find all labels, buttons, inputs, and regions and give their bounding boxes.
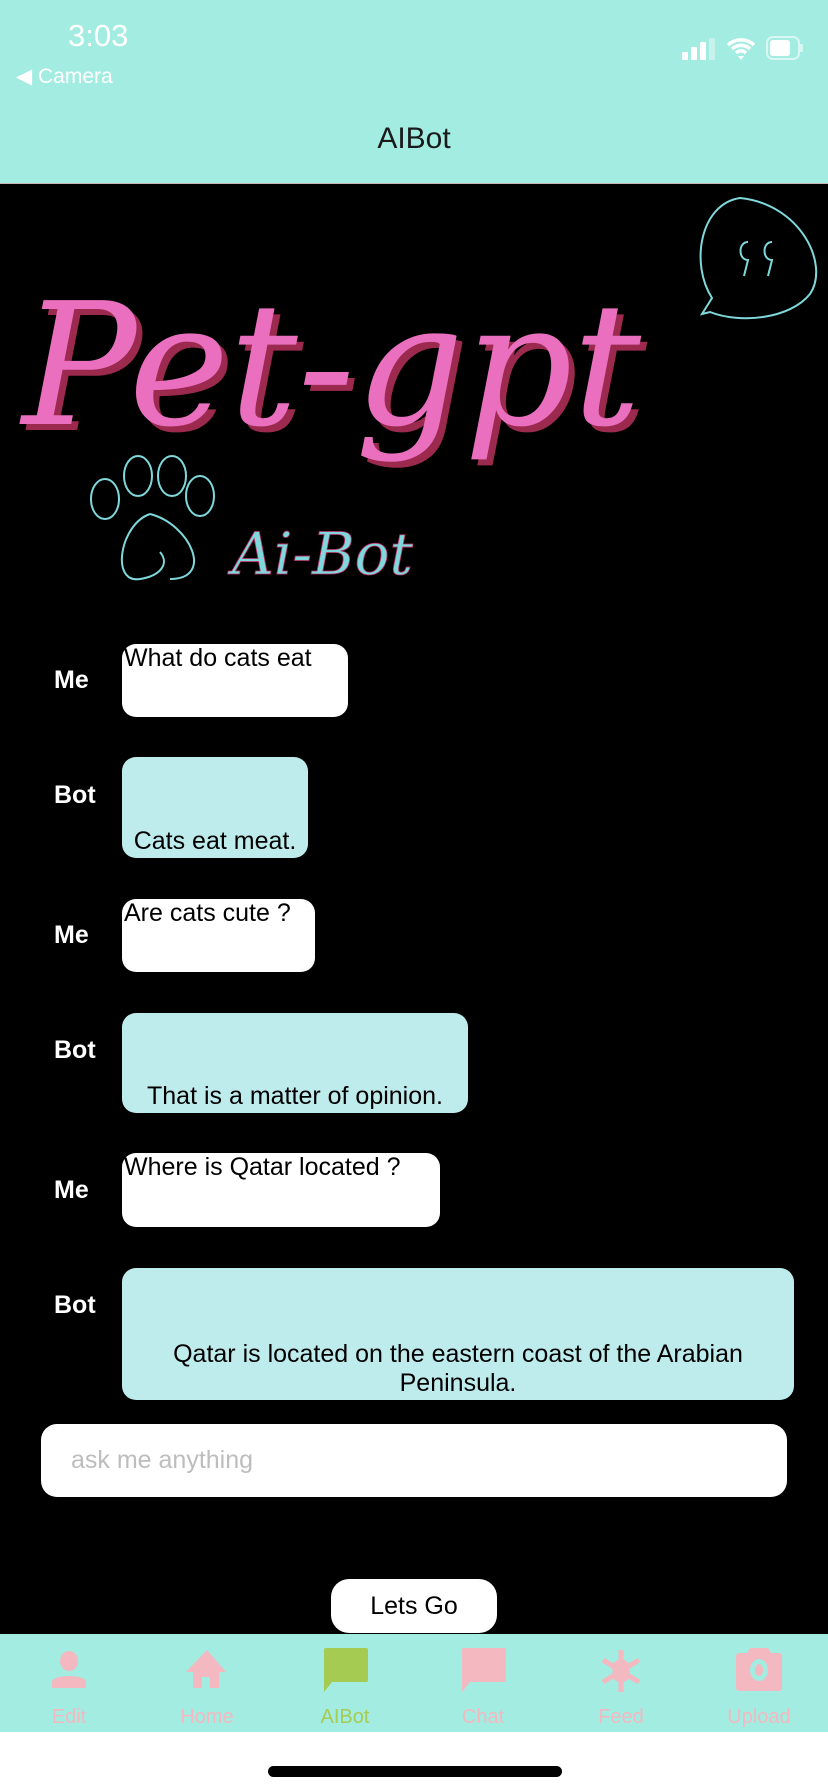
lets-go-button[interactable]: Lets Go bbox=[331, 1579, 497, 1633]
wifi-icon bbox=[726, 38, 756, 60]
tab-label: Chat bbox=[461, 1706, 505, 1728]
page-title: AIBot bbox=[377, 122, 451, 155]
speech-bubble-quote-icon bbox=[699, 196, 818, 320]
tab-chat[interactable]: Chat bbox=[414, 1634, 552, 1732]
svg-text:Pet-gpt: Pet-gpt bbox=[19, 267, 642, 465]
tab-label: AIBot bbox=[320, 1706, 370, 1728]
tab-aibot[interactable]: AIBot bbox=[276, 1634, 414, 1732]
tab-label: Upload bbox=[727, 1706, 791, 1728]
sender-label: Bot bbox=[54, 1036, 96, 1064]
tab-home[interactable]: Home bbox=[138, 1634, 276, 1732]
bot-message-bubble: Qatar is located on the eastern coast of… bbox=[122, 1268, 794, 1400]
home-indicator-area bbox=[0, 1732, 828, 1792]
tab-label: Edit bbox=[51, 1706, 87, 1728]
tab-edit[interactable]: Edit bbox=[0, 1634, 138, 1732]
tab-label: Feed bbox=[598, 1706, 644, 1728]
sender-label: Bot bbox=[54, 1291, 96, 1319]
bot-message-text: That is a matter of opinion. bbox=[147, 1082, 443, 1110]
bot-message-text: Cats eat meat. bbox=[133, 827, 297, 855]
bot-message-text: Qatar is located on the eastern coast of… bbox=[173, 1340, 743, 1397]
user-message-bubble: Are cats cute ? bbox=[122, 899, 315, 972]
back-label: Camera bbox=[37, 65, 113, 88]
status-time: 3:03 bbox=[68, 18, 129, 53]
back-to-camera-link[interactable]: ◀ Camera bbox=[16, 64, 113, 89]
home-icon bbox=[186, 1650, 226, 1688]
paw-icon bbox=[90, 455, 215, 581]
person-icon bbox=[52, 1651, 86, 1688]
battery-icon bbox=[766, 36, 803, 60]
chat-bubble-icon bbox=[462, 1648, 506, 1692]
bot-message-bubble: That is a matter of opinion. bbox=[122, 1013, 468, 1113]
home-indicator[interactable] bbox=[268, 1766, 562, 1777]
sender-label: Me bbox=[54, 1176, 89, 1204]
tab-label: Home bbox=[180, 1706, 234, 1728]
bot-message-bubble: Cats eat meat. bbox=[122, 757, 308, 858]
logo-subtitle: Ai-Bot bbox=[227, 520, 414, 588]
header: 3:03 ◀ Camera AIBot bbox=[0, 0, 828, 184]
user-message-bubble: Where is Qatar located ? bbox=[122, 1153, 440, 1227]
pet-gpt-logo: Pet-gpt Pet-gpt Ai-Bot bbox=[19, 196, 818, 588]
tab-feed[interactable]: Feed bbox=[552, 1634, 690, 1732]
snowflake-icon bbox=[601, 1650, 641, 1692]
signal-icon bbox=[682, 38, 715, 60]
user-message-bubble: What do cats eat bbox=[122, 644, 348, 717]
sender-label: Me bbox=[54, 921, 89, 949]
sender-label: Bot bbox=[54, 781, 96, 809]
tab-bar: Edit Home AIBot Chat Feed Upload bbox=[0, 1634, 828, 1732]
sender-label: Me bbox=[54, 666, 89, 694]
ask-input[interactable] bbox=[41, 1424, 787, 1497]
tab-upload[interactable]: Upload bbox=[690, 1634, 828, 1732]
chat-bubble-icon bbox=[324, 1648, 368, 1692]
camera-icon bbox=[736, 1648, 782, 1691]
status-icons bbox=[682, 36, 804, 60]
